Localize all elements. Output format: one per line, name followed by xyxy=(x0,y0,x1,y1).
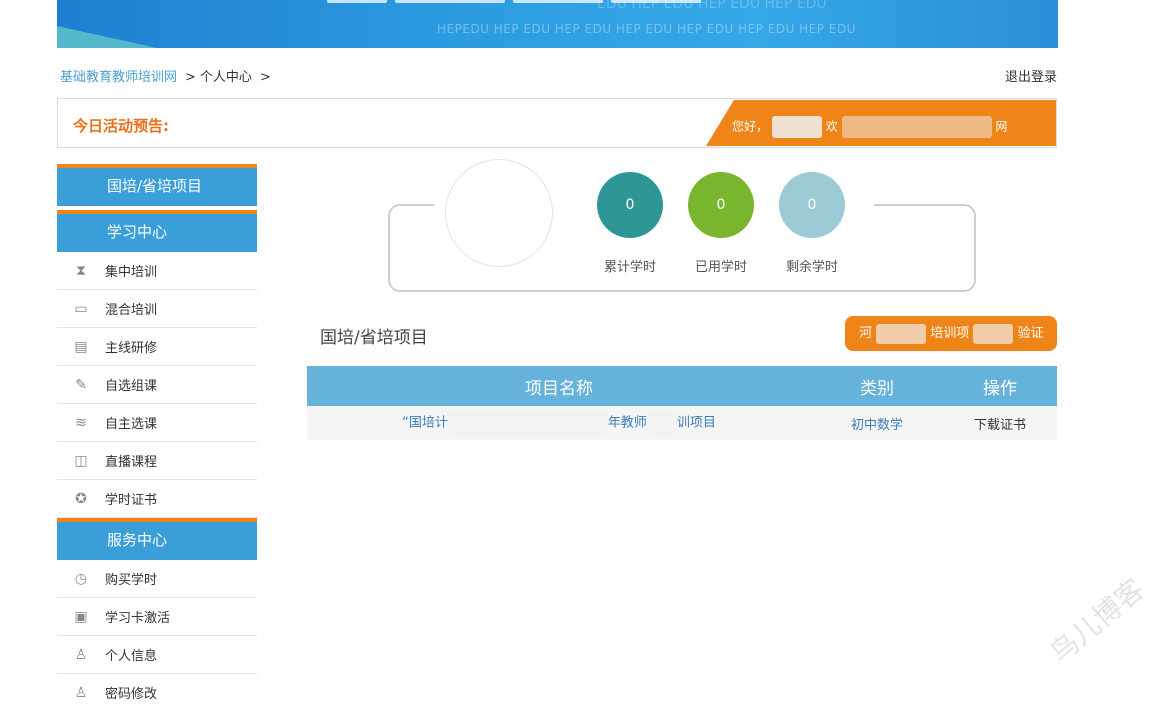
layers-icon: ≋ xyxy=(75,414,87,431)
avatar xyxy=(445,159,553,267)
video-camera-icon: ◫ xyxy=(74,452,88,469)
column-header-category: 类别 xyxy=(811,366,943,406)
stat-item: 0 累计学时 xyxy=(597,172,663,275)
stat-value-circle: 0 xyxy=(779,172,845,238)
redacted-region xyxy=(646,411,677,435)
sidebar-item-label: 主线研修 xyxy=(105,341,158,356)
sidebar-item[interactable]: ◷ 购买学时 xyxy=(57,560,257,598)
download-certificate-link[interactable]: 下载证书 xyxy=(943,406,1057,440)
breadcrumb: 基础教育教师培训网 > 个人中心 > xyxy=(60,66,275,85)
user-icon: ♙ xyxy=(74,646,88,663)
sidebar-item[interactable]: ♙ 密码修改 xyxy=(57,674,257,706)
column-header-action: 操作 xyxy=(943,366,1057,406)
sidebar-item-label: 购买学时 xyxy=(105,573,158,588)
banner-watermark: HEPEDU HEP EDU HEP EDU HEP EDU HEP EDU H… xyxy=(437,22,856,36)
sidebar-item-label: 学习卡激活 xyxy=(105,611,171,626)
project-category-cell: 初中数学 xyxy=(811,406,943,440)
sidebar-item[interactable]: ⧗ 集中培训 xyxy=(57,252,257,290)
section-title: 国培/省培项目 xyxy=(320,328,428,348)
notice-bar: 今日活动预告: 您好， 欢 网 xyxy=(57,98,1057,148)
sidebar-item[interactable]: ◫ 直播课程 xyxy=(57,442,257,480)
sidebar-item[interactable]: ✎ 自选组课 xyxy=(57,366,257,404)
stat-value-circle: 0 xyxy=(688,172,754,238)
welcome-mid: 欢 xyxy=(825,119,838,134)
clipboard-icon: ▤ xyxy=(74,338,88,355)
welcome-banner: 您好， 欢 网 xyxy=(706,100,1056,146)
sidebar-nav: 国培/省培项目 学习中心 ⧗ 集中培训 ▭ 混合培训 ▤ 主线研修 ✎ 自选组课 ≋ 自主选课 ◫ 直播课… xyxy=(57,164,257,706)
breadcrumb-separator: > xyxy=(259,70,271,85)
sidebar-item-label: 密码修改 xyxy=(105,687,158,702)
table-header-row: 项目名称 类别 操作 xyxy=(307,366,1057,406)
redacted-region xyxy=(973,323,1014,344)
sidebar-item-label: 自主选课 xyxy=(105,417,158,432)
verify-label-suffix: 验证 xyxy=(1017,326,1044,341)
breadcrumb-home-link[interactable]: 基础教育教师培训网 xyxy=(60,70,177,85)
verify-label-prefix: 河 xyxy=(859,326,873,341)
sidebar-item[interactable]: ♙ 个人信息 xyxy=(57,636,257,674)
sidebar-group-header[interactable]: 服务中心 xyxy=(57,518,257,560)
banner-decoration xyxy=(57,26,157,48)
clock-icon: ◷ xyxy=(74,570,88,587)
verify-button[interactable]: 河 培训项 验证 xyxy=(845,316,1057,351)
sidebar-group-header[interactable]: 国培/省培项目 xyxy=(57,164,257,206)
sidebar-item-label: 混合培训 xyxy=(105,303,158,318)
sidebar-item-label: 集中培训 xyxy=(105,265,158,280)
lock-icon: ♙ xyxy=(74,684,88,701)
verify-label-mid: 培训项 xyxy=(930,326,970,341)
sidebar-group-header[interactable]: 学习中心 xyxy=(57,210,257,252)
notice-label: 今日活动预告: xyxy=(73,117,169,135)
sidebar-item-label: 自选组课 xyxy=(105,379,158,394)
welcome-suffix: 网 xyxy=(995,119,1008,134)
sidebar-item-label: 直播课程 xyxy=(105,455,158,470)
table-row: “国培计 年教师 训项目 初中数学 下载证书 xyxy=(307,406,1057,440)
project-name-end: 训项目 xyxy=(676,415,716,431)
top-banner: EDU HEP EDU HEP EDU HEP EDU HEPEDU HEP E… xyxy=(57,0,1058,48)
sidebar-item[interactable]: ≋ 自主选课 xyxy=(57,404,257,442)
banner-watermark-top: EDU HEP EDU HEP EDU HEP EDU xyxy=(597,0,827,12)
sidebar-item[interactable]: ✪ 学时证书 xyxy=(57,480,257,518)
redacted-username xyxy=(771,116,822,138)
edit-icon: ✎ xyxy=(75,376,87,393)
redacted-region xyxy=(876,323,927,344)
sidebar-item[interactable]: ▤ 主线研修 xyxy=(57,328,257,366)
breadcrumb-separator: > xyxy=(185,70,196,85)
stat-label: 剩余学时 xyxy=(785,260,838,275)
sidebar-item[interactable]: ▭ 混合培训 xyxy=(57,290,257,328)
welcome-prefix: 您好， xyxy=(732,119,769,134)
sidebar-item-label: 学时证书 xyxy=(105,493,158,508)
sidebar-item[interactable]: ▣ 学习卡激活 xyxy=(57,598,257,636)
project-name-prefix: “国培计 xyxy=(402,415,448,431)
redacted-site-name xyxy=(841,116,992,138)
stat-value-circle: 0 xyxy=(597,172,663,238)
project-name-middle: 年教师 xyxy=(607,415,647,431)
redacted-region xyxy=(447,411,608,435)
stat-label: 已用学时 xyxy=(694,260,747,275)
sidebar-item-label: 个人信息 xyxy=(105,649,158,664)
stat-item: 0 剩余学时 xyxy=(779,172,845,275)
hourglass-icon: ⧗ xyxy=(76,262,86,279)
column-header-name: 项目名称 xyxy=(307,366,811,406)
award-icon: ✪ xyxy=(75,490,87,507)
project-table: 项目名称 类别 操作 “国培计 年教师 训项目 初中数学 下载证书 xyxy=(307,366,1057,440)
card-icon: ▣ xyxy=(74,608,88,625)
stat-label: 累计学时 xyxy=(603,260,656,275)
logout-link[interactable]: 退出登录 xyxy=(1005,66,1057,85)
breadcrumb-current: 个人中心 xyxy=(199,70,252,85)
project-name-cell[interactable]: “国培计 年教师 训项目 xyxy=(307,406,811,440)
stat-item: 0 已用学时 xyxy=(688,172,754,275)
corner-watermark: 鸟儿博客 xyxy=(1043,572,1151,670)
monitor-icon: ▭ xyxy=(74,300,88,317)
